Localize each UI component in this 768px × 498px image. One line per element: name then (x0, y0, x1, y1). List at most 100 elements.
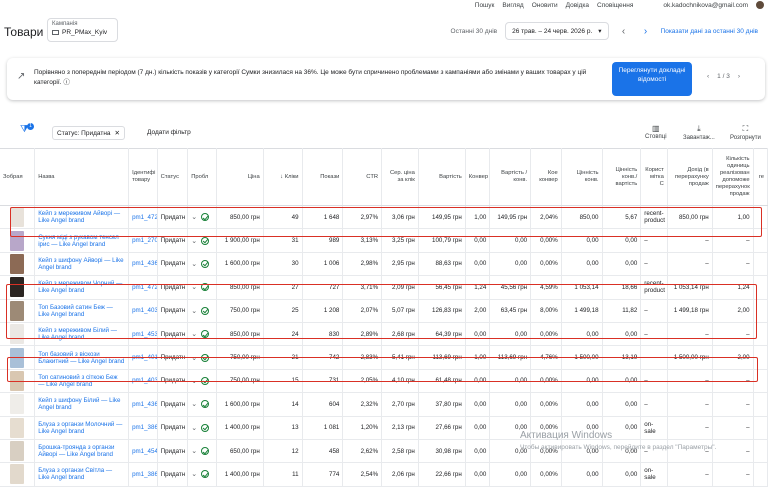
column-header[interactable]: Корист мітка C (640, 148, 668, 206)
product-name-link[interactable]: Топ базовий з віскози Блакитний — Like A… (34, 345, 130, 370)
view-link[interactable]: Вигляд (502, 2, 523, 9)
column-header[interactable]: Ціна (216, 148, 264, 206)
show-last-30-days-link[interactable]: Показати дані за останні 30 днів (661, 28, 758, 35)
previous-period-icon[interactable]: ‹ (617, 26, 631, 37)
chevron-down-icon[interactable]: ⌄ (191, 283, 197, 291)
product-id[interactable]: pm1_472 (128, 205, 158, 230)
product-id[interactable]: pm1_401 (128, 345, 158, 370)
issues-cell[interactable]: ⌄ (187, 322, 217, 347)
product-id[interactable]: pm1_436 (128, 392, 158, 417)
product-name-link[interactable]: Блуза з органзи Молочний — Like Angel br… (34, 416, 130, 440)
chevron-down-icon[interactable]: ⌄ (191, 400, 197, 408)
product-thumbnail[interactable] (10, 394, 25, 415)
issues-cell[interactable]: ⌄ (187, 252, 217, 277)
view-details-button[interactable]: Переглянути докладні відомості (612, 62, 692, 96)
chevron-down-icon[interactable]: ⌄ (191, 213, 197, 221)
product-id[interactable]: pm1_386 (128, 462, 158, 487)
product-id[interactable]: pm1_454 (128, 439, 158, 464)
product-name-link[interactable]: Топ Базовий сатин Беж — Like Angel brand (34, 299, 130, 323)
issues-cell[interactable]: ⌄ (187, 369, 217, 394)
avatar[interactable] (756, 1, 764, 9)
product-name-link[interactable]: Сукня міді з рукавом тенсел ірис — Like … (34, 228, 130, 253)
issues-cell[interactable]: ⌄ (187, 462, 217, 487)
campaign-selector[interactable]: Кампанія PR_PMax_Kyiv (47, 18, 118, 42)
column-header[interactable]: Статус (157, 148, 189, 206)
expand-button[interactable]: ⛶ Розгорнути (730, 124, 761, 141)
pager-prev-icon[interactable]: ‹ (707, 73, 709, 80)
chevron-down-icon[interactable]: ⌄ (191, 307, 197, 315)
help-link[interactable]: Довідка (566, 2, 589, 9)
product-id[interactable]: pm1_472 (128, 275, 158, 300)
status-filter-chip[interactable]: Статус: Придатна ✕ (52, 126, 125, 140)
product-thumbnail[interactable] (10, 207, 25, 228)
table-row[interactable]: Сукня міді з рукавом тенсел ірис — Like … (0, 228, 768, 253)
issues-cell[interactable]: ⌄ (187, 228, 217, 253)
column-header[interactable]: re (753, 148, 768, 206)
table-row[interactable]: Топ базовий з віскози Блакитний — Like A… (0, 345, 768, 370)
product-thumbnail[interactable] (10, 370, 25, 391)
chevron-down-icon[interactable]: ⌄ (191, 470, 197, 478)
product-name-link[interactable]: Блуза з органзи Світла — Like Angel bran… (34, 462, 130, 487)
table-row[interactable]: Кейп з мереживом Білий — Like Angel bran… (0, 322, 768, 347)
product-name-link[interactable]: Кейп з мереживом Чорний — Like Angel bra… (34, 275, 130, 300)
chevron-down-icon[interactable]: ⌄ (191, 447, 197, 455)
notifications-link[interactable]: Сповіщення (597, 2, 633, 9)
product-id[interactable]: pm1_453 (128, 322, 158, 347)
issues-cell[interactable]: ⌄ (187, 416, 217, 440)
chevron-down-icon[interactable]: ⌄ (191, 330, 197, 338)
table-row[interactable]: Кейп з мереживом Айворі — Like Angel bra… (0, 205, 768, 230)
column-header[interactable]: Кое конвер (530, 148, 562, 206)
product-name-link[interactable]: Брошка-троянда з органзи Айворі — Like A… (34, 439, 130, 464)
chevron-down-icon[interactable]: ⌄ (191, 424, 197, 432)
product-name-link[interactable]: Кейп з шифону Айворі — Like Angel brand (34, 252, 130, 277)
search-link[interactable]: Пошук (475, 2, 495, 9)
column-header[interactable]: Конвер (465, 148, 491, 206)
issues-cell[interactable]: ⌄ (187, 275, 217, 300)
product-thumbnail[interactable] (10, 417, 25, 438)
column-header[interactable]: Цінність конв. (561, 148, 603, 206)
product-thumbnail[interactable] (10, 253, 25, 274)
issues-cell[interactable]: ⌄ (187, 439, 217, 464)
table-row[interactable]: Блуза з органзи Світла — Like Angel bran… (0, 462, 768, 487)
product-name-link[interactable]: Кейп з мереживом Айворі — Like Angel bra… (34, 205, 130, 230)
column-header[interactable]: Цінність конв./ вартість (602, 148, 642, 206)
issues-cell[interactable]: ⌄ (187, 205, 217, 230)
column-header[interactable]: Вартість (418, 148, 466, 206)
chevron-down-icon[interactable]: ⌄ (191, 354, 197, 362)
product-id[interactable]: pm1_436 (128, 252, 158, 277)
column-header[interactable]: Вартість / конв. (489, 148, 532, 206)
add-filter-button[interactable]: Додати фільтр (147, 129, 191, 136)
column-header[interactable]: ↓ Кліки (263, 148, 303, 206)
product-name-link[interactable]: Кейп з мереживом Білий — Like Angel bran… (34, 322, 130, 347)
product-thumbnail[interactable] (10, 324, 25, 345)
product-thumbnail[interactable] (10, 464, 25, 485)
pager-next-icon[interactable]: › (738, 73, 740, 80)
table-row[interactable]: Брошка-троянда з органзи Айворі — Like A… (0, 439, 768, 464)
column-header[interactable]: Сер. ціна за клік (381, 148, 419, 206)
product-name-link[interactable]: Топ сатиновий з сіткою Беж — Like Angel … (34, 369, 130, 394)
product-id[interactable]: pm1_270 (128, 228, 158, 253)
product-thumbnail[interactable] (10, 230, 25, 251)
chevron-down-icon[interactable]: ⌄ (191, 237, 197, 245)
chevron-down-icon[interactable]: ⌄ (191, 260, 197, 268)
column-header[interactable]: Назва (34, 148, 130, 206)
product-thumbnail[interactable] (10, 347, 25, 368)
download-button[interactable]: ⤓ Завантаж... (683, 124, 715, 141)
table-row[interactable]: Топ сатиновий з сіткою Беж — Like Angel … (0, 369, 768, 394)
issues-cell[interactable]: ⌄ (187, 345, 217, 370)
table-row[interactable]: Кейп з шифону Айворі — Like Angel brand p… (0, 252, 768, 277)
column-header[interactable]: Дохід (в перерахунку продаж (667, 148, 713, 206)
close-icon[interactable]: ✕ (115, 129, 120, 137)
product-thumbnail[interactable] (10, 277, 25, 298)
account-email[interactable]: ok.kadochnikova@gmail.com (663, 2, 748, 9)
column-header[interactable]: Зобрая (0, 148, 36, 206)
columns-button[interactable]: ▥ Стовпці (645, 124, 667, 140)
column-header[interactable]: CTR (342, 148, 383, 206)
product-id[interactable]: pm1_403 (128, 299, 158, 323)
product-thumbnail[interactable] (10, 441, 25, 462)
column-header[interactable]: Пробл (187, 148, 217, 206)
product-thumbnail[interactable] (10, 300, 25, 321)
table-row[interactable]: Топ Базовий сатин Беж — Like Angel brand… (0, 299, 768, 323)
column-header[interactable]: Ідентифі товару (128, 148, 158, 206)
issues-cell[interactable]: ⌄ (187, 299, 217, 323)
